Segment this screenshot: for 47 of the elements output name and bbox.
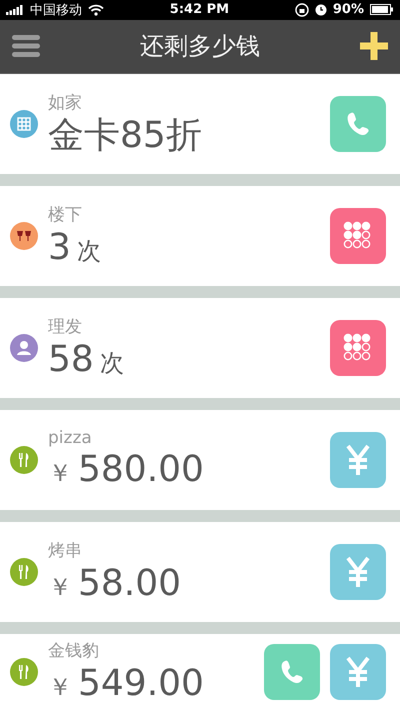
- alarm-icon: [314, 4, 327, 16]
- entry-amount: 3: [48, 226, 71, 270]
- entry-amount: 580.00: [78, 448, 204, 492]
- call-button[interactable]: [264, 644, 320, 700]
- fork-knife-icon: [10, 446, 38, 474]
- entry-name: 楼下: [48, 204, 82, 226]
- glasses-icon: [10, 222, 38, 250]
- carrier-name: 中国移动: [30, 2, 82, 19]
- entry-name: 烤串: [48, 540, 82, 562]
- entry-name: 如家: [48, 92, 82, 114]
- entry-amount: 58: [48, 338, 94, 382]
- payment-button[interactable]: [330, 544, 386, 600]
- entry-name: 理发: [48, 316, 82, 338]
- currency-symbol: ￥: [48, 459, 72, 488]
- battery-percent: 90%: [332, 2, 364, 18]
- entry-card[interactable]: 理发 58 次: [0, 298, 400, 398]
- add-icon[interactable]: [360, 32, 388, 60]
- menu-icon[interactable]: [12, 34, 40, 58]
- wifi-icon: [88, 4, 104, 16]
- punch-card-button[interactable]: [330, 320, 386, 376]
- entry-card[interactable]: 楼下 3 次: [0, 186, 400, 286]
- entry-card[interactable]: 如家 金卡85折: [0, 74, 400, 174]
- battery-icon: [370, 4, 394, 16]
- entry-card[interactable]: 烤串 ￥ 58.00: [0, 522, 400, 622]
- currency-symbol: ￥: [48, 672, 72, 702]
- payment-button[interactable]: [330, 432, 386, 488]
- entry-name: 金钱豹: [48, 640, 99, 662]
- fork-knife-icon: [10, 658, 38, 686]
- payment-button[interactable]: [330, 644, 386, 700]
- rotation-lock-icon: [294, 2, 309, 17]
- call-button[interactable]: [330, 96, 386, 152]
- unit-label: 次: [76, 236, 101, 266]
- entry-name: pizza: [48, 428, 92, 448]
- currency-symbol: ￥: [48, 572, 72, 602]
- status-time: 5:42 PM: [170, 2, 230, 18]
- unit-label: 次: [100, 348, 124, 378]
- punch-card-button[interactable]: [330, 208, 386, 264]
- entry-amount: 58.00: [78, 562, 182, 606]
- entry-amount: 549.00: [78, 662, 204, 706]
- fork-knife-icon: [10, 558, 38, 586]
- person-icon: [10, 334, 38, 362]
- entry-card[interactable]: 金钱豹 ￥ 549.00: [0, 634, 400, 710]
- entry-value: 金卡85折: [48, 114, 202, 158]
- signal-icon: [6, 4, 24, 15]
- screen-title: 还剩多少钱: [140, 31, 260, 62]
- entry-card[interactable]: pizza ￥ 580.00: [0, 410, 400, 510]
- building-icon: [10, 110, 38, 138]
